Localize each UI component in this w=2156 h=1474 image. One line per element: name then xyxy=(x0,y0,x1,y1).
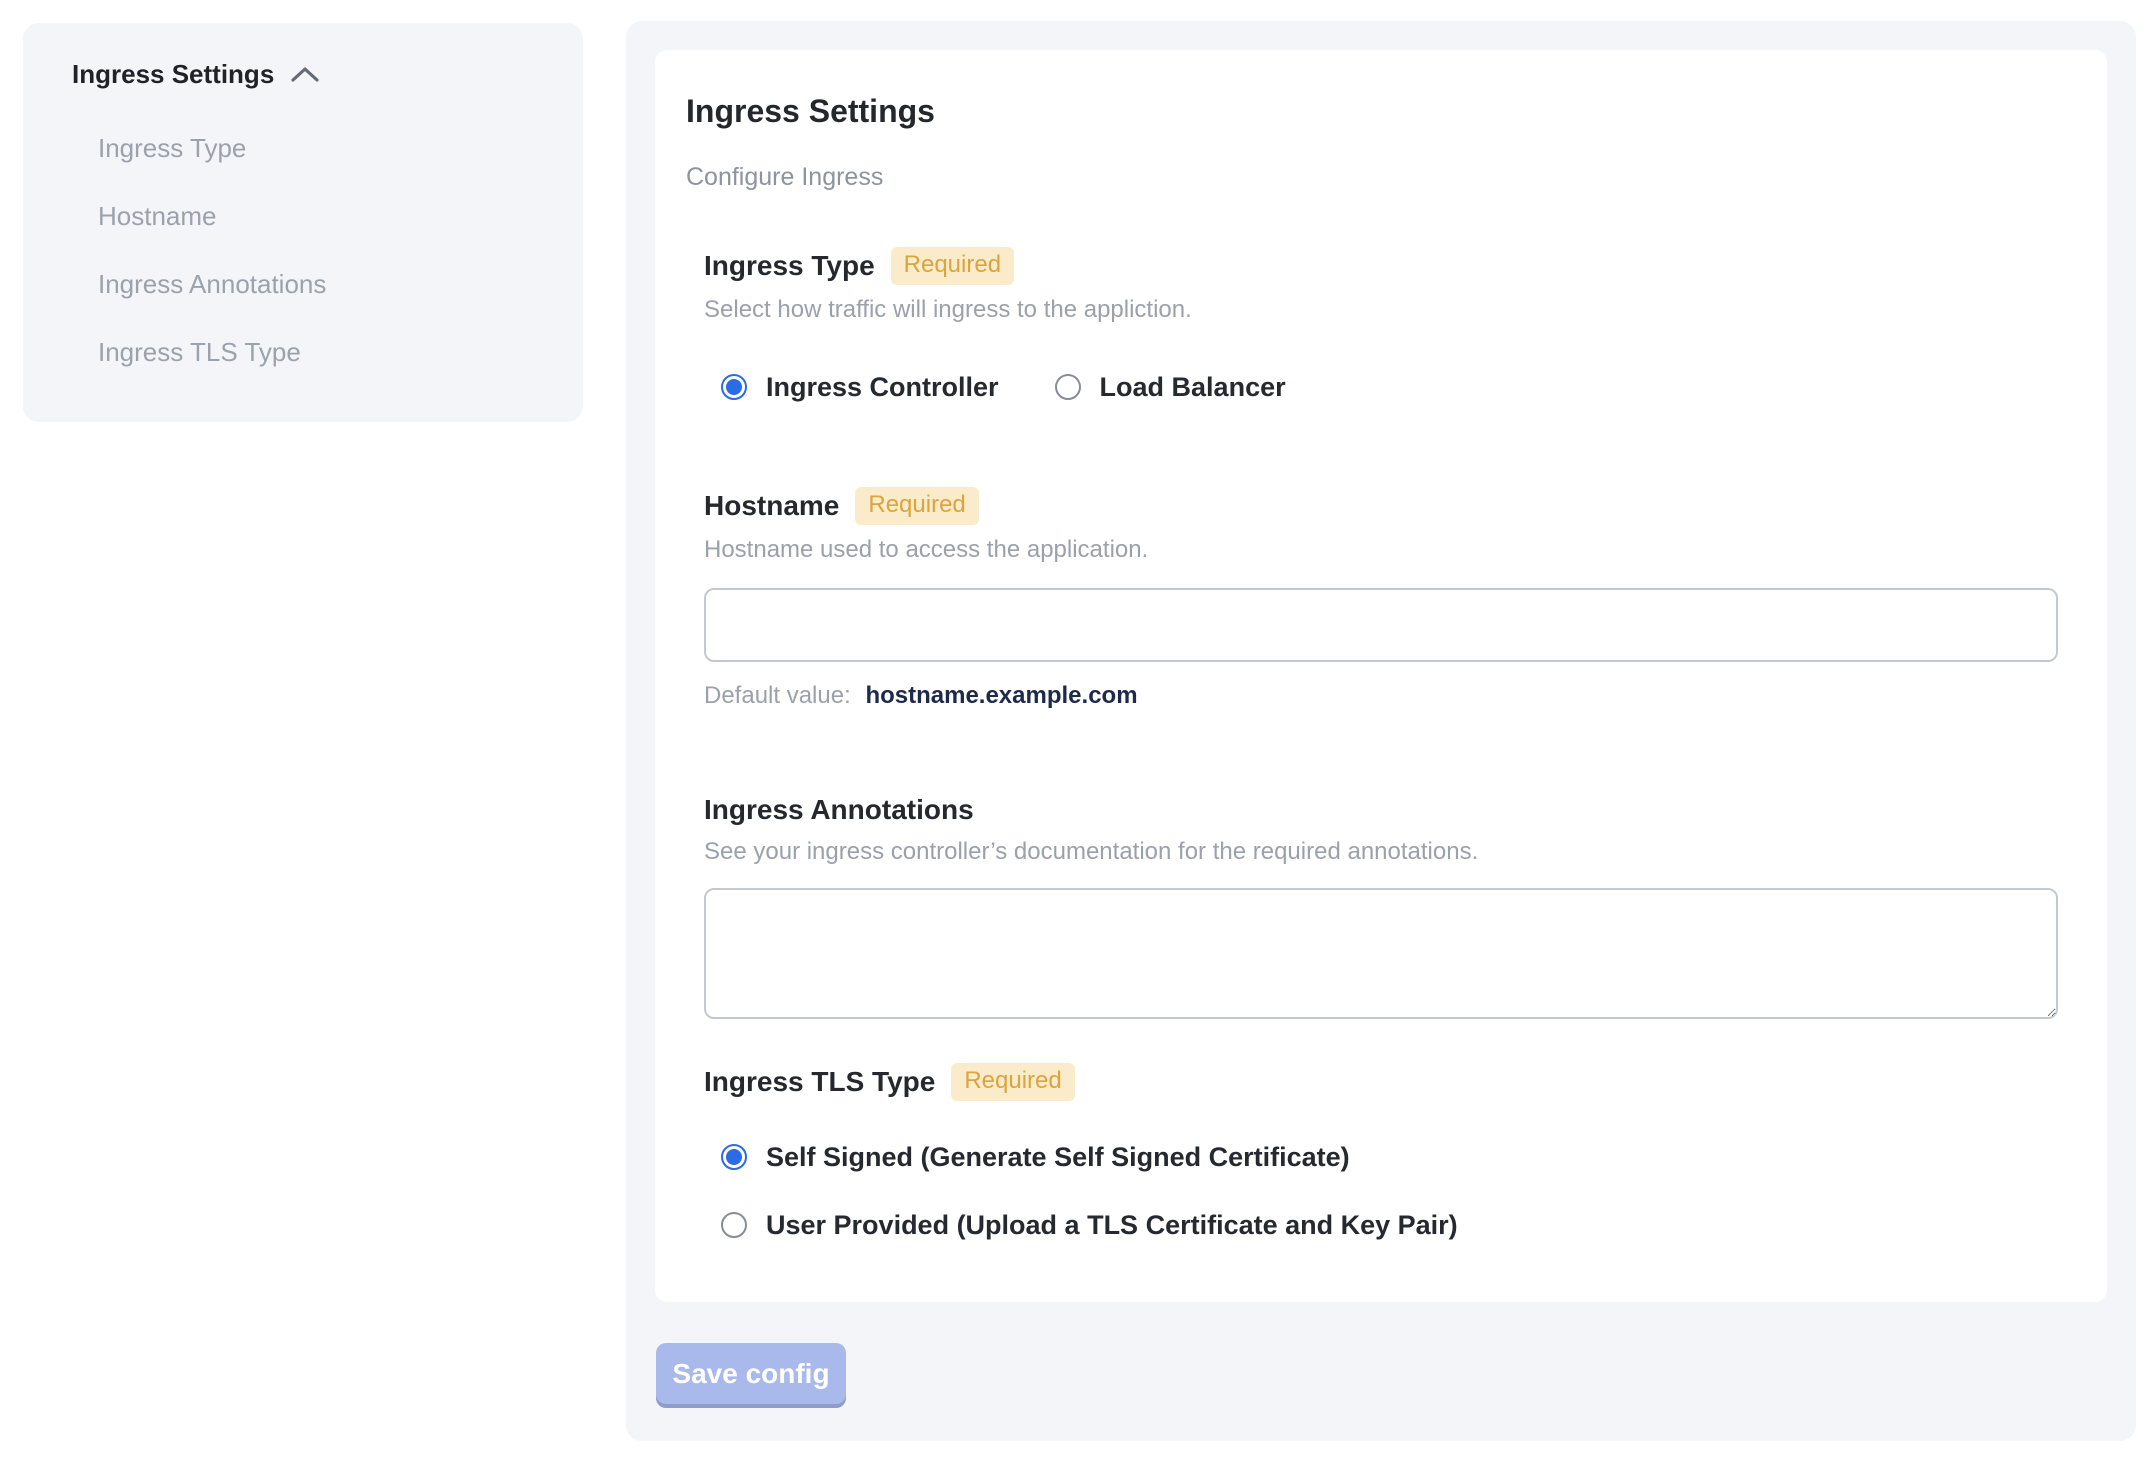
radio-label: Self Signed (Generate Self Signed Certif… xyxy=(766,1142,1350,1172)
section-label: Ingress TLS Type xyxy=(704,1066,936,1097)
sidebar-section-toggle[interactable]: Ingress Settings xyxy=(72,59,553,89)
sidebar-item-hostname[interactable]: Hostname xyxy=(98,201,553,231)
sidebar-title: Ingress Settings xyxy=(72,59,275,89)
radio-label: Load Balancer xyxy=(1099,372,1286,402)
settings-panel: Ingress Settings Configure Ingress Ingre… xyxy=(626,21,2136,1441)
required-badge: Required xyxy=(855,487,979,525)
default-value-line: Default value: hostname.example.com xyxy=(704,681,2058,711)
sidebar-item-ingress-type[interactable]: Ingress Type xyxy=(98,133,553,163)
sidebar: Ingress Settings Ingress Type Hostname I… xyxy=(23,23,583,422)
hostname-input[interactable] xyxy=(704,588,2058,662)
default-value: hostname.example.com xyxy=(865,682,1138,709)
radio-option-user-provided[interactable]: User Provided (Upload a TLS Certificate … xyxy=(721,1209,2058,1241)
section-ingress-annotations: Ingress Annotations See your ingress con… xyxy=(704,793,2058,1019)
page-subtitle: Configure Ingress xyxy=(686,163,884,191)
section-ingress-tls-type: Ingress TLS Type Required Self Signed (G… xyxy=(704,1063,2058,1241)
radio-button-icon[interactable] xyxy=(721,1144,747,1170)
radio-option-ingress-controller[interactable]: Ingress Controller xyxy=(721,371,999,403)
section-label: Ingress Type xyxy=(704,250,875,281)
section-hostname: Hostname Required Hostname used to acces… xyxy=(704,487,2058,711)
settings-card: Ingress Settings Configure Ingress Ingre… xyxy=(655,50,2107,1302)
radio-button-icon[interactable] xyxy=(721,1212,747,1238)
radio-label: Ingress Controller xyxy=(766,372,999,402)
form-sections: Ingress Type Required Select how traffic… xyxy=(704,247,2058,1241)
chevron-up-icon xyxy=(290,64,320,84)
section-description: Select how traffic will ingress to the a… xyxy=(704,296,1192,323)
sidebar-nav: Ingress Type Hostname Ingress Annotation… xyxy=(72,133,553,367)
radio-group-ingress-type: Ingress Controller Load Balancer xyxy=(721,371,2058,403)
radio-button-icon[interactable] xyxy=(1054,374,1081,400)
radio-option-load-balancer[interactable]: Load Balancer xyxy=(1054,371,1286,403)
radio-label: User Provided (Upload a TLS Certificate … xyxy=(766,1210,1458,1240)
default-value-label: Default value: xyxy=(704,682,851,709)
sidebar-item-ingress-annotations[interactable]: Ingress Annotations xyxy=(98,269,553,299)
section-label: Hostname xyxy=(704,490,840,521)
sidebar-item-ingress-tls-type[interactable]: Ingress TLS Type xyxy=(98,337,553,367)
save-config-button[interactable]: Save config xyxy=(656,1343,846,1404)
section-description: Hostname used to access the application. xyxy=(704,536,1149,563)
radio-option-self-signed[interactable]: Self Signed (Generate Self Signed Certif… xyxy=(721,1141,2058,1173)
radio-button-icon[interactable] xyxy=(721,374,747,400)
section-label: Ingress Annotations xyxy=(704,794,974,825)
required-badge: Required xyxy=(951,1063,1075,1101)
annotations-textarea[interactable] xyxy=(704,888,2058,1019)
page-title: Ingress Settings xyxy=(686,93,935,129)
required-badge: Required xyxy=(890,247,1015,285)
radio-group-ingress-tls-type: Self Signed (Generate Self Signed Certif… xyxy=(721,1141,2058,1241)
section-ingress-type: Ingress Type Required Select how traffic… xyxy=(704,247,2058,403)
section-description: See your ingress controller’s documentat… xyxy=(704,838,1479,865)
